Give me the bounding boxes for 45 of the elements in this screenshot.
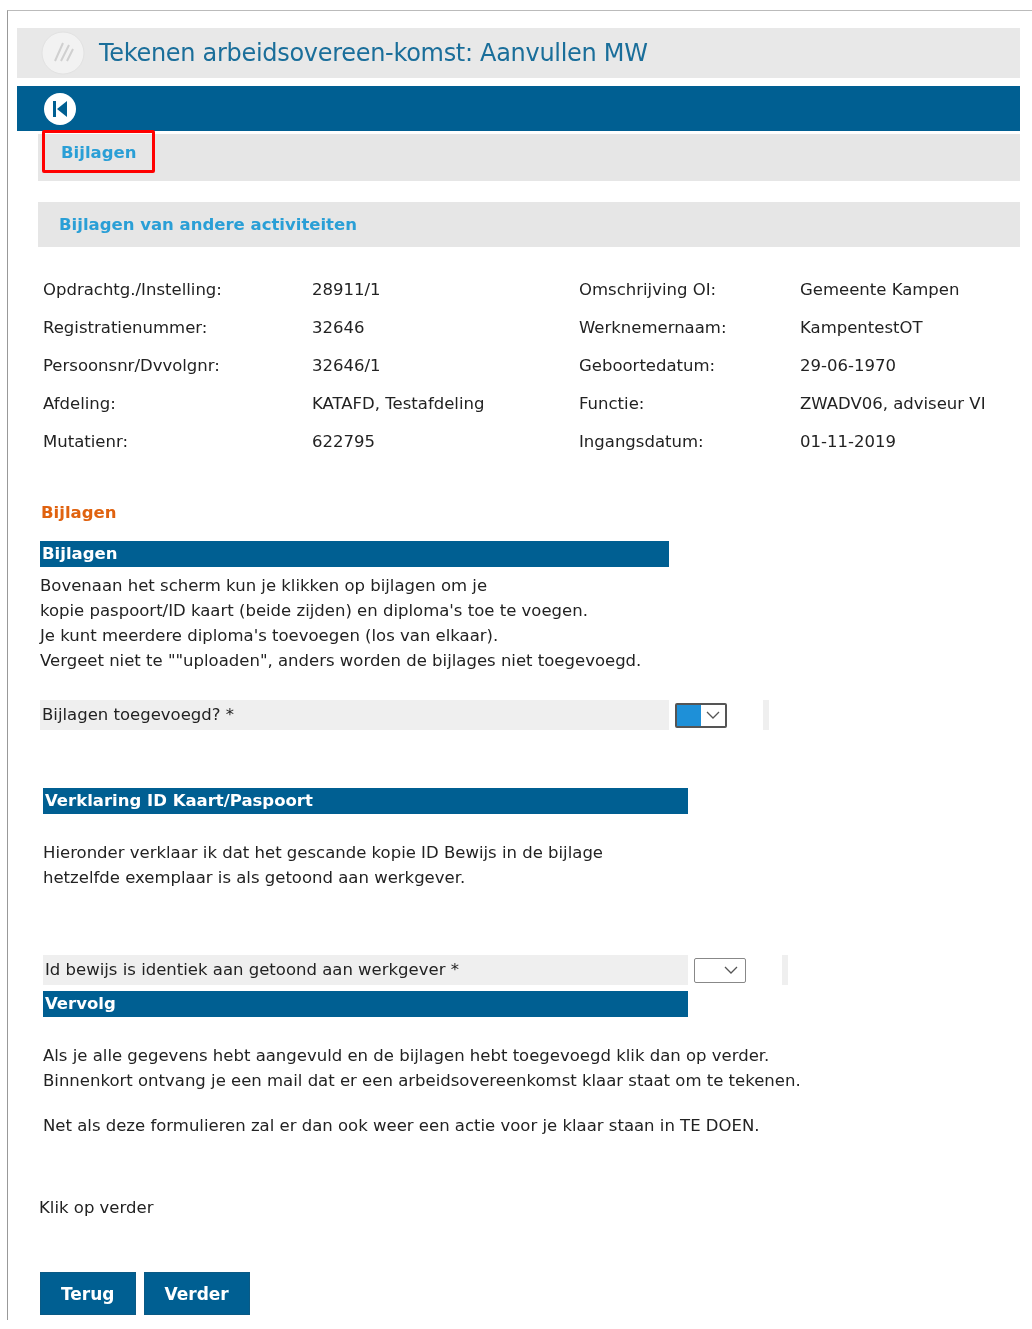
text-line: Net als deze formulieren zal er dan ook weer een actie voor je klaar staan in TE DOEN. (43, 1115, 761, 1137)
section-header: Bijlagen (40, 541, 669, 567)
field-value: KampentestOT (800, 317, 924, 339)
field-value: 01-11-2019 (800, 431, 897, 453)
text-line: Je kunt meerdere diploma's toevoegen (los van elkaar). (40, 625, 500, 647)
field-value: 32646/1 (312, 355, 382, 377)
field-label: Geboortedatum: (579, 355, 717, 377)
field-value: ZWADV06, adviseur VI (800, 393, 987, 415)
field-label: Opdrachtg./Instelling: (43, 279, 223, 301)
field-value: 32646 (312, 317, 366, 339)
field-value: 29-06-1970 (800, 355, 897, 377)
logo-icon (41, 31, 85, 75)
text-line: Hieronder verklaar ik dat het gescande kopie ID Bewijs in de bijlage (43, 842, 605, 864)
field-label: Mutatienr: (43, 431, 129, 453)
field-value: 622795 (312, 431, 376, 453)
field-value: KATAFD, Testafdeling (312, 393, 486, 415)
field-label: Afdeling: (43, 393, 117, 415)
question-label: Bijlagen toegevoegd? * (40, 700, 669, 730)
field-label: Functie: (579, 393, 646, 415)
text-line: Binnenkort ontvang je een mail dat er een arbeidsovereenkomst klaar staat om te tekenen. (43, 1070, 802, 1092)
text-line: Als je alle gegevens hebt aangevuld en de bijlagen hebt toegevoegd klik dan op verder. (43, 1045, 771, 1067)
field-value: 28911/1 (312, 279, 382, 301)
window-title: Tekenen arbeidsovereen-komst: Aanvullen MW (99, 39, 648, 67)
button[interactable]: Verder (143, 1272, 250, 1315)
back-icon[interactable] (43, 91, 77, 126)
field-label: Registratienummer: (43, 317, 209, 339)
text-line: Vergeet niet te ""uploaden", anders worden de bijlages niet toegevoegd. (40, 650, 643, 672)
form-title: Bijlagen (41, 503, 118, 522)
section-header: Verklaring ID Kaart/Paspoort (43, 788, 688, 814)
field-label: Werknemernaam: (579, 317, 728, 339)
field-label: Persoonsnr/Dvvolgnr: (43, 355, 221, 377)
section-header: Vervolg (43, 991, 688, 1017)
text-line: Bovenaan het scherm kun je klikken op bijlagen om je (40, 575, 489, 597)
dropdown[interactable] (694, 957, 746, 983)
text-line: hetzelfde exemplaar is als getoond aan werkgever. (43, 867, 467, 889)
field-label: Ingangsdatum: (579, 431, 705, 453)
instruction-text: Klik op verder (39, 1198, 155, 1217)
button[interactable]: Terug (40, 1272, 136, 1315)
text-line: kopie paspoort/ID kaart (beide zijden) en diploma's toe te voegen. (40, 600, 589, 622)
field-label: Omschrijving OI: (579, 279, 718, 301)
field-value: Gemeente Kampen (800, 279, 961, 301)
caret-icon (706, 711, 720, 719)
caret-icon (724, 966, 738, 974)
question-label: Id bewijs is identiek aan getoond aan werkgever * (43, 955, 688, 985)
dropdown[interactable] (675, 702, 727, 728)
